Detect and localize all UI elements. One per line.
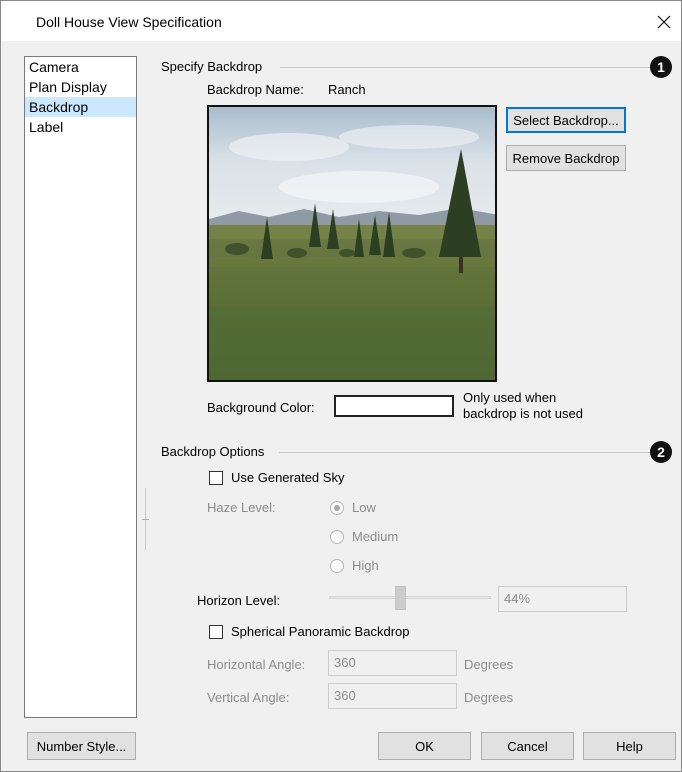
spherical-panoramic-checkbox[interactable] xyxy=(209,625,223,639)
vertical-angle-unit: Degrees xyxy=(464,690,514,705)
sidebar-item-plan-display[interactable]: Plan Display xyxy=(25,77,136,97)
horizontal-angle-field[interactable]: 360 xyxy=(328,650,457,676)
ok-button[interactable]: OK xyxy=(378,732,471,760)
help-button[interactable]: Help xyxy=(583,732,676,760)
spherical-panoramic-label[interactable]: Spherical Panoramic Backdrop xyxy=(231,624,409,639)
background-color-note-line2: backdrop is not used xyxy=(463,406,583,421)
haze-level-label: Haze Level: xyxy=(207,500,276,515)
cancel-button[interactable]: Cancel xyxy=(481,732,574,760)
haze-medium-label[interactable]: Medium xyxy=(352,529,398,544)
splitter-grip-icon[interactable] xyxy=(142,517,149,522)
haze-high-radio[interactable] xyxy=(330,559,344,573)
dialog-window: Doll House View Specification Camera Pla… xyxy=(0,0,682,772)
specify-backdrop-group-label: Specify Backdrop xyxy=(161,59,263,74)
background-color-swatch[interactable] xyxy=(334,395,454,417)
group-divider xyxy=(280,67,650,68)
backdrop-options-group-label: Backdrop Options xyxy=(161,444,265,459)
sidebar-item-camera[interactable]: Camera xyxy=(25,57,136,77)
vertical-angle-label: Vertical Angle: xyxy=(207,690,290,705)
use-generated-sky-checkbox[interactable] xyxy=(209,471,223,485)
background-color-label: Background Color: xyxy=(207,400,315,415)
horizontal-angle-label: Horizontal Angle: xyxy=(207,657,306,672)
haze-low-label[interactable]: Low xyxy=(352,500,376,515)
background-color-note-line1: Only used when xyxy=(463,390,557,405)
sidebar-item-backdrop[interactable]: Backdrop xyxy=(25,97,136,117)
callout-badge-2: 2 xyxy=(650,441,672,463)
horizon-level-slider-thumb[interactable] xyxy=(395,586,406,610)
use-generated-sky-label[interactable]: Use Generated Sky xyxy=(231,470,344,485)
close-icon[interactable] xyxy=(651,9,677,35)
horizontal-angle-unit: Degrees xyxy=(464,657,514,672)
haze-high-label[interactable]: High xyxy=(352,558,379,573)
category-list[interactable]: Camera Plan Display Backdrop Label xyxy=(24,56,137,718)
backdrop-name-value: Ranch xyxy=(328,82,366,97)
horizon-level-field[interactable]: 44% xyxy=(498,586,627,612)
group-divider xyxy=(279,452,650,453)
backdrop-name-label: Backdrop Name: xyxy=(207,82,304,97)
callout-badge-1: 1 xyxy=(650,56,672,78)
window-title: Doll House View Specification xyxy=(36,14,222,30)
select-backdrop-button[interactable]: Select Backdrop... xyxy=(506,107,626,133)
horizon-level-label: Horizon Level: xyxy=(197,593,281,608)
number-style-button[interactable]: Number Style... xyxy=(27,732,136,760)
vertical-angle-field[interactable]: 360 xyxy=(328,683,457,709)
backdrop-preview-image xyxy=(207,105,497,382)
horizon-level-slider-track[interactable] xyxy=(329,596,491,599)
haze-low-radio[interactable] xyxy=(330,501,344,515)
remove-backdrop-button[interactable]: Remove Backdrop xyxy=(506,145,626,171)
sidebar-item-label[interactable]: Label xyxy=(25,117,136,137)
title-bar: Doll House View Specification xyxy=(1,1,681,41)
haze-medium-radio[interactable] xyxy=(330,530,344,544)
